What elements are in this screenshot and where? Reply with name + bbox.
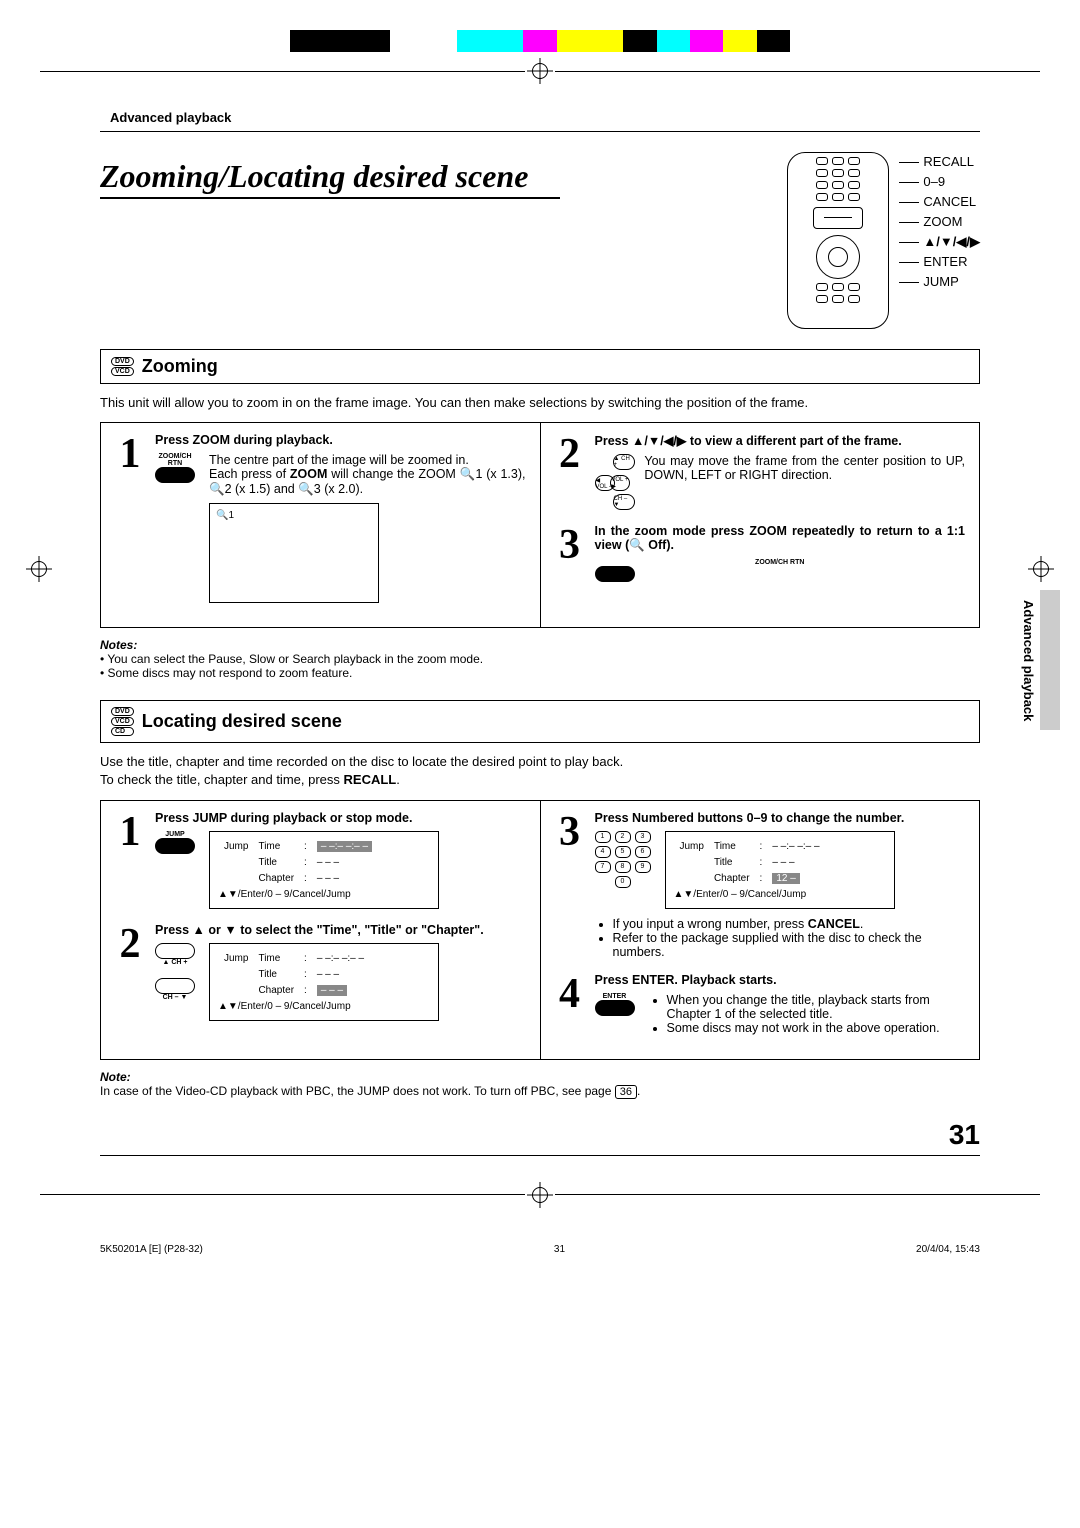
ch-up-button-icon — [155, 943, 195, 959]
step-number: 3 — [555, 811, 585, 959]
section-heading-zooming: DVD VCD Zooming — [100, 349, 980, 384]
step-head: Press ENTER. Playback starts. — [595, 973, 966, 987]
disc-badge: VCD — [111, 367, 134, 376]
disc-badge: DVD — [111, 707, 134, 716]
locate-note: Note: In case of the Video-CD playback w… — [100, 1070, 980, 1099]
remote-label: CANCEL — [923, 194, 976, 209]
page-title: Zooming/Locating desired scene — [100, 152, 757, 195]
jump-button-icon — [155, 838, 195, 854]
step-number: 1 — [115, 811, 145, 909]
step-head: Press ZOOM during playback. — [155, 433, 526, 447]
step-bullet: When you change the title, playback star… — [667, 993, 966, 1021]
step-head: In the zoom mode press ZOOM repeatedly t… — [595, 524, 966, 553]
step-bullet: If you input a wrong number, press CANCE… — [613, 917, 966, 931]
jump-osd: Jump Time: – –:– –:– – Title: – – – Chap… — [209, 943, 439, 1021]
button-label: JUMP — [155, 831, 195, 838]
step-bullet: Refer to the package supplied with the d… — [613, 931, 966, 959]
step-number: 2 — [115, 923, 145, 1021]
button-label: ZOOM/CH RTN — [155, 453, 195, 467]
remote-label: ENTER — [923, 254, 967, 269]
step-number: 2 — [555, 433, 585, 510]
zoom-notes: Notes: • You can select the Pause, Slow … — [100, 638, 980, 680]
remote-label: 0–9 — [923, 174, 945, 189]
numpad-icon: 123 456 789 0 — [595, 831, 651, 909]
remote-label: JUMP — [923, 274, 958, 289]
footer-left: 5K50201A [E] (P28-32) — [100, 1244, 203, 1255]
step-number: 3 — [555, 524, 585, 582]
zoom-steps: 1 Press ZOOM during playback. ZOOM/CH RT… — [100, 422, 980, 628]
remote-label: ZOOM — [923, 214, 962, 229]
step-head: Press ▲/▼/◀/▶ to view a different part o… — [595, 433, 966, 448]
registration-bottom — [40, 1186, 1040, 1204]
disc-badge: VCD — [111, 717, 134, 726]
step-head: Press JUMP during playback or stop mode. — [155, 811, 526, 825]
thumb-tab-text: Advanced playback — [1021, 600, 1036, 721]
print-footer: 5K50201A [E] (P28-32) 31 20/4/04, 15:43 — [100, 1244, 980, 1255]
registration-left — [30, 560, 48, 578]
footer-right: 20/4/04, 15:43 — [916, 1244, 980, 1255]
section-title: Zooming — [142, 356, 218, 377]
section-heading-locating: DVD VCD CD Locating desired scene — [100, 700, 980, 743]
footer-center: 31 — [554, 1244, 565, 1255]
step-head: Press Numbered buttons 0–9 to change the… — [595, 811, 966, 825]
zoom-button-icon — [595, 566, 635, 582]
zoom-osd: 🔍1 — [209, 503, 379, 603]
header-category: Advanced playback — [110, 110, 1040, 125]
thumb-tab — [1040, 590, 1060, 730]
jump-osd: Jump Time: – –:– –:– – Title: – – – Chap… — [665, 831, 895, 909]
jump-osd: Jump Time: – –:– –:– – Title: – – – Chap… — [209, 831, 439, 909]
header-rule — [100, 131, 980, 132]
ch-down-button-icon — [155, 978, 195, 994]
button-label: ZOOM/CH RTN — [595, 559, 966, 566]
registration-top — [40, 62, 1040, 80]
title-underline — [100, 197, 560, 199]
button-label: ENTER — [595, 993, 635, 1000]
registration-right — [1032, 560, 1050, 578]
manual-page: Advanced playback Zooming/Locating desir… — [0, 0, 1080, 1295]
disc-badge: CD — [111, 727, 134, 736]
remote-labels: RECALL 0–9 CANCEL ZOOM ▲/▼/◀/▶ ENTER JUM… — [899, 152, 980, 329]
page-number-rule — [100, 1155, 980, 1156]
page-ref: 36 — [615, 1085, 637, 1099]
step-bullet: Some discs may not work in the above ope… — [667, 1021, 966, 1035]
step-text: You may move the frame from the center p… — [644, 454, 965, 510]
locate-steps: 1 Press JUMP during playback or stop mod… — [100, 800, 980, 1060]
remote-label: RECALL — [923, 154, 974, 169]
step-number: 4 — [555, 973, 585, 1035]
page-number: 31 — [40, 1119, 980, 1151]
zoom-button-icon — [155, 467, 195, 483]
dpad-icon: ▲ CH + CH – ▼ ◀ VOL – VOL + ▶ — [595, 454, 631, 510]
step-text: Each press of ZOOM will change the ZOOM … — [209, 467, 526, 497]
remote-diagram — [787, 152, 889, 329]
remote-label: ▲/▼/◀/▶ — [923, 234, 980, 249]
disc-badge: DVD — [111, 357, 134, 366]
step-number: 1 — [115, 433, 145, 603]
step-text: The centre part of the image will be zoo… — [209, 453, 526, 467]
section-title: Locating desired scene — [142, 711, 342, 732]
enter-button-icon — [595, 1000, 635, 1016]
zoom-intro: This unit will allow you to zoom in on t… — [100, 394, 980, 412]
step-head: Press ▲ or ▼ to select the "Time", "Titl… — [155, 923, 526, 937]
print-color-bar — [290, 30, 790, 52]
locate-intro: Use the title, chapter and time recorded… — [100, 753, 980, 789]
